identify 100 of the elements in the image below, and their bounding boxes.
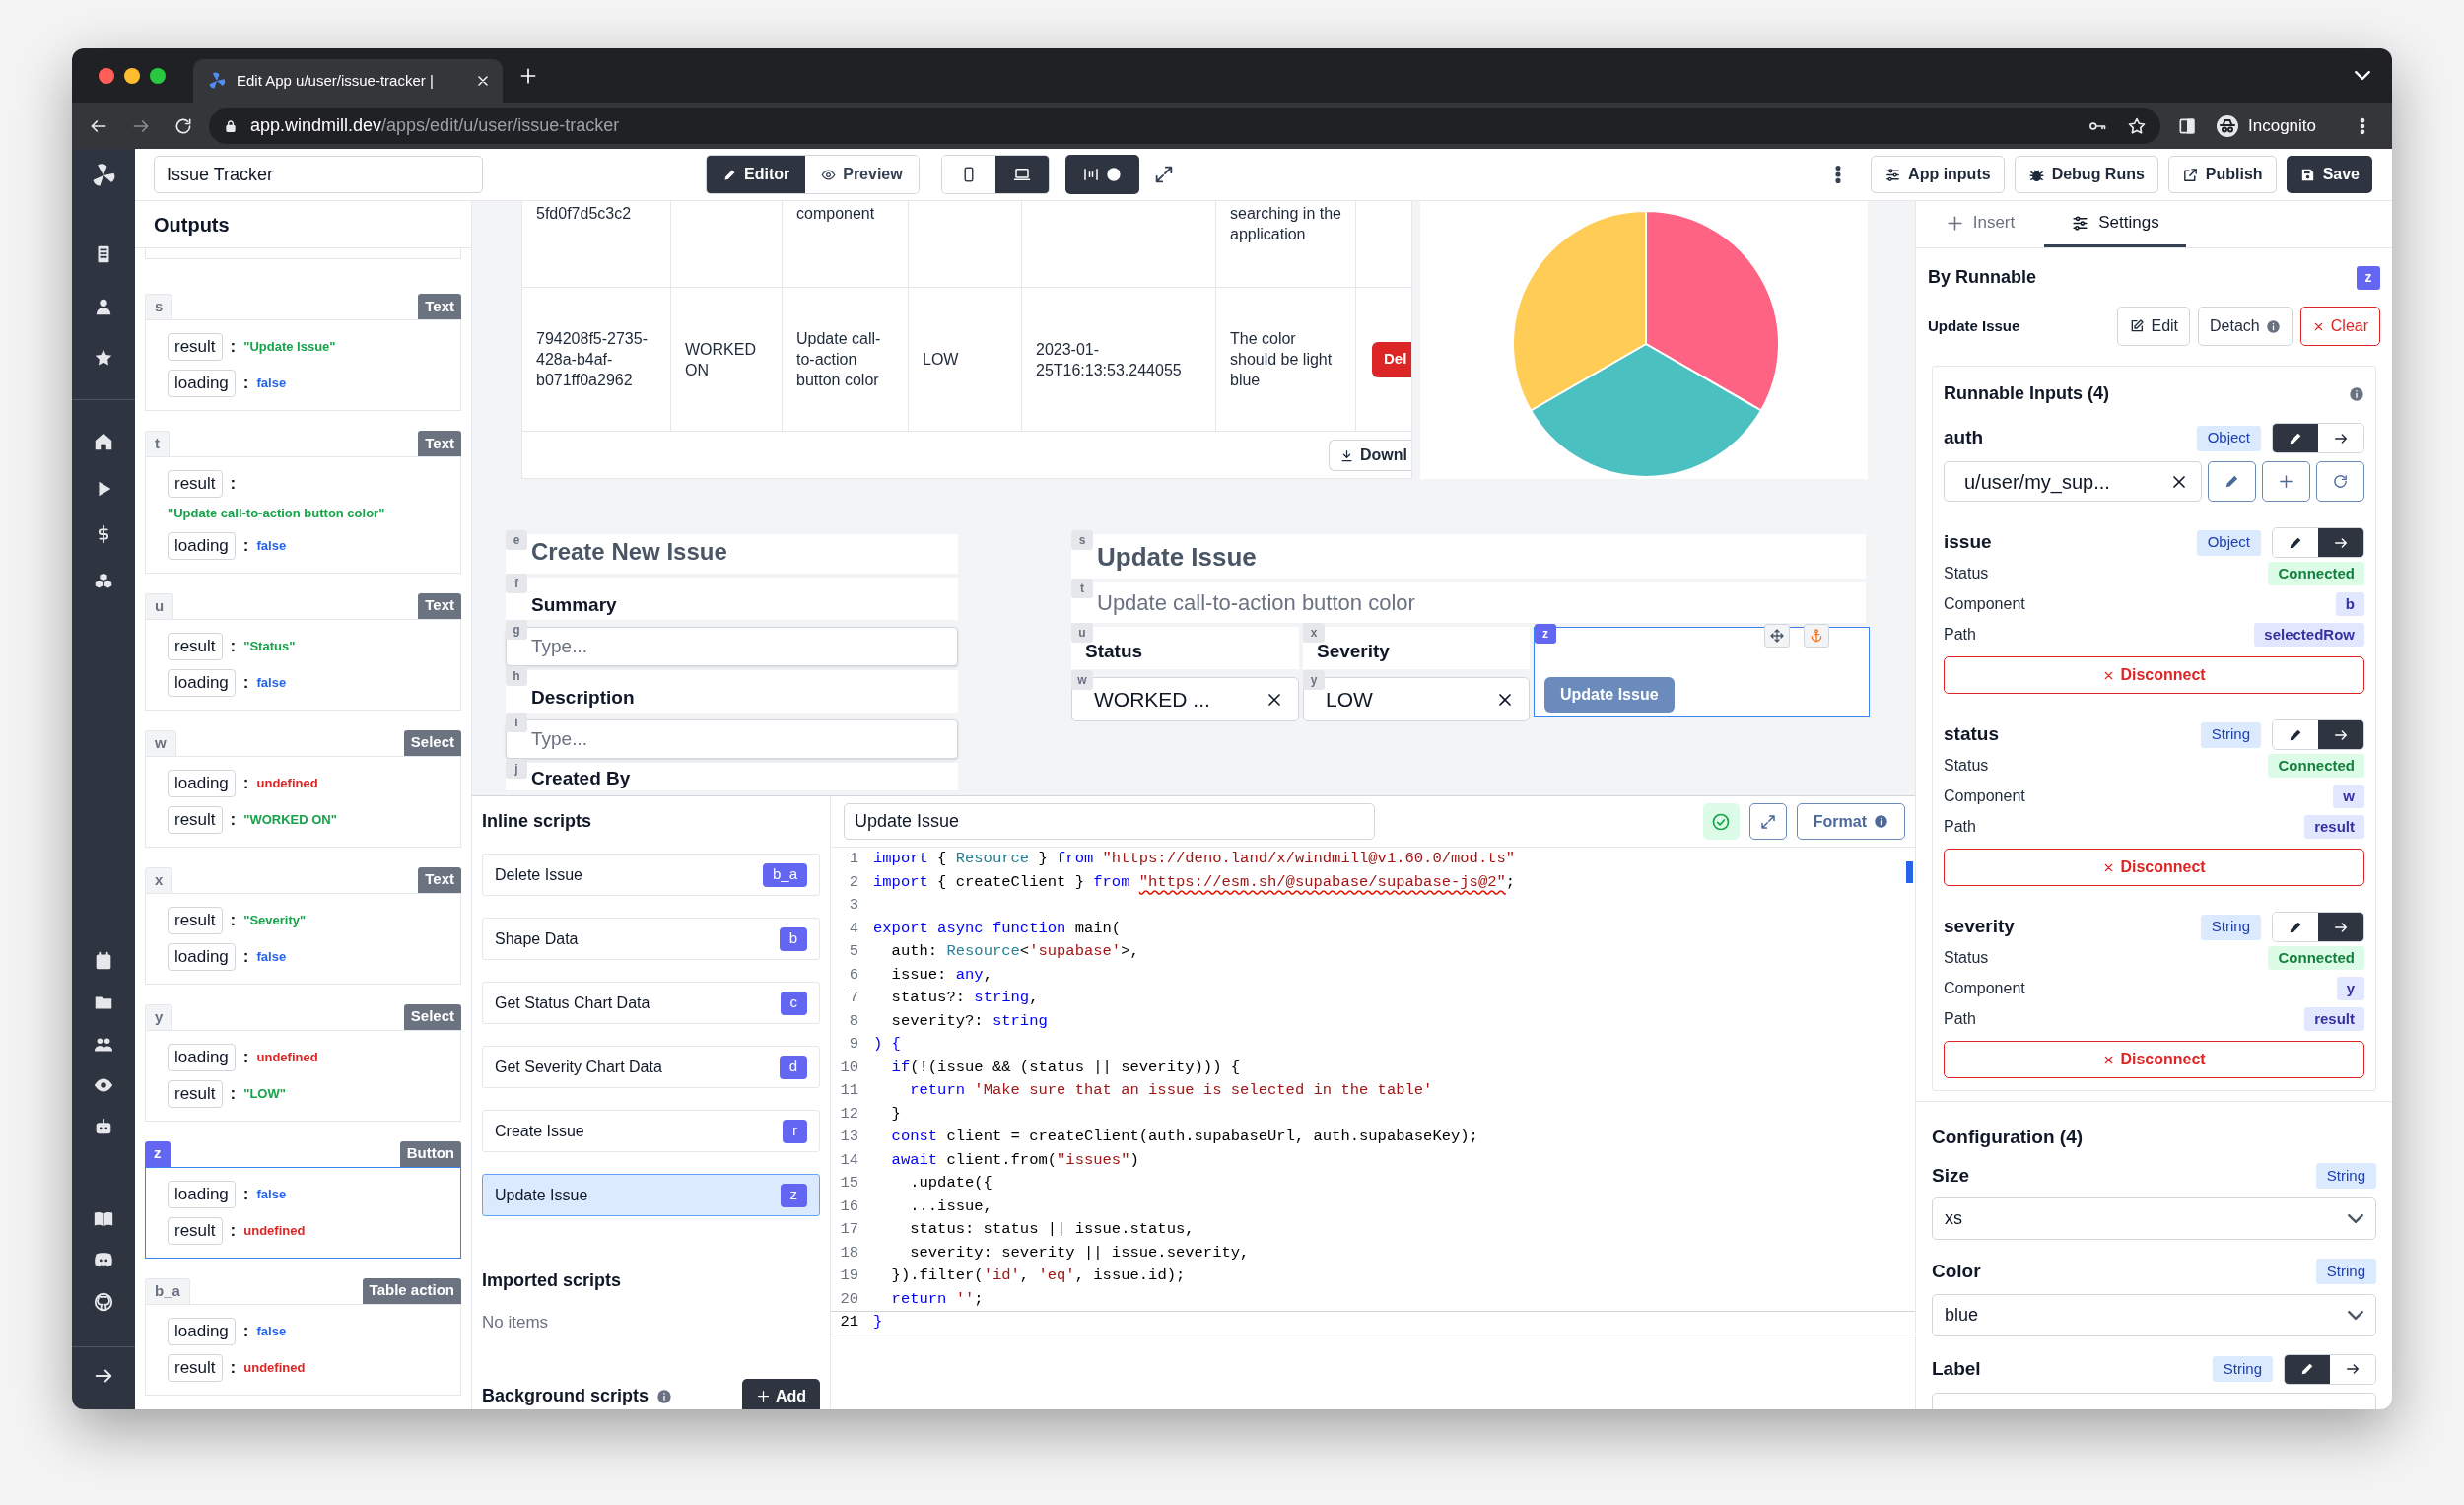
script-name: Delete Issue: [495, 864, 582, 885]
info-icon: [1106, 167, 1123, 182]
app-name-field[interactable]: Issue Tracker: [154, 156, 483, 193]
component-id-badge[interactable]: s: [1071, 530, 1093, 550]
plus-icon: [1945, 213, 1964, 233]
update-issue-button[interactable]: Update Issue: [1544, 677, 1675, 713]
component-id-badge[interactable]: u: [1071, 623, 1093, 643]
panel-tab[interactable]: Insert: [1916, 201, 2044, 247]
code-line: auth: Resource<'supabase'>,: [890, 941, 1139, 963]
toolbar-button[interactable]: Debug Runs: [2014, 156, 2158, 193]
anchor-handle[interactable]: [1804, 624, 1829, 648]
plus-button[interactable]: [2262, 461, 2310, 502]
minimize-window-button[interactable]: [124, 67, 140, 84]
component-id-badge[interactable]: w: [1071, 670, 1093, 690]
output-value: "Update call-to-action button color": [168, 505, 385, 522]
script-name-field[interactable]: Update Issue: [844, 803, 1375, 840]
edit-button[interactable]: Edit: [2117, 307, 2191, 346]
panel-tab[interactable]: Settings: [2044, 201, 2186, 247]
mode-toggle[interactable]: [2318, 913, 2363, 941]
component-id-badge[interactable]: j: [506, 759, 527, 779]
pencil-button[interactable]: [2208, 461, 2256, 502]
mode-switch[interactable]: [2284, 1353, 2376, 1385]
script-item[interactable]: Get Status Chart Data c: [482, 982, 820, 1024]
address-bar[interactable]: app.windmill.dev/apps/edit/u/user/issue-tracker: [209, 107, 2160, 144]
chevron-down-icon[interactable]: [2355, 71, 2370, 80]
output-key: loading: [168, 1180, 236, 1208]
mode-toggle[interactable]: [2285, 1354, 2330, 1384]
add-button[interactable]: Add: [741, 1378, 820, 1409]
close-window-button[interactable]: [99, 67, 114, 84]
script-item[interactable]: Create Issue r: [482, 1110, 820, 1152]
component-id-badge[interactable]: f: [506, 574, 527, 593]
type-badge: String: [2315, 1162, 2376, 1189]
home-icon[interactable]: [93, 431, 114, 452]
format-button[interactable]: Format: [1796, 803, 1905, 840]
layout-toggle-button[interactable]: [1064, 155, 1139, 194]
component-id-badge[interactable]: s: [145, 294, 173, 319]
mode-toggle[interactable]: [2273, 424, 2318, 452]
delete-button[interactable]: Del: [1372, 341, 1411, 377]
device-toggle[interactable]: [994, 156, 1049, 193]
detach-button[interactable]: Detach: [2198, 307, 2293, 346]
component-id-badge[interactable]: t: [1071, 579, 1093, 598]
expand-button[interactable]: [1748, 803, 1787, 840]
mode-switch[interactable]: [2272, 423, 2364, 453]
info-icon[interactable]: [656, 1388, 673, 1404]
output-value: false: [256, 536, 287, 555]
script-item[interactable]: Update Issue z: [482, 1174, 820, 1216]
mode-toggle[interactable]: [2318, 528, 2363, 557]
component-type-badge: Table action: [362, 1277, 461, 1304]
select-field[interactable]: xs: [1932, 1197, 2376, 1240]
script-item[interactable]: Delete Issue b_a: [482, 854, 820, 896]
output-value: "Severity": [243, 911, 307, 929]
component-id-badge[interactable]: z: [145, 1140, 171, 1167]
component-id-badge[interactable]: x: [1303, 623, 1325, 643]
component-id-badge[interactable]: y: [1303, 670, 1325, 690]
star-icon[interactable]: [2127, 115, 2147, 136]
disconnect-button[interactable]: Disconnect: [1944, 656, 2364, 694]
component-id-badge[interactable]: w: [145, 729, 176, 756]
edit-icon: [2129, 318, 2146, 334]
code-line: const client = createClient(auth.supabaseUrl, auth.supabaseKey);: [890, 1127, 1478, 1148]
component-id-badge[interactable]: t: [145, 431, 170, 456]
code-line: severity: severity || issue.severity,: [909, 1242, 1250, 1264]
profile-button[interactable]: Incognito: [2216, 112, 2316, 139]
component-id-badge[interactable]: y: [145, 1003, 173, 1030]
resource-field[interactable]: u/user/my_sup...: [1944, 461, 2202, 502]
disconnect-button[interactable]: Disconnect: [1944, 1041, 2364, 1078]
component-id-badge[interactable]: e: [506, 530, 527, 550]
round-logo-icon[interactable]: [93, 1291, 114, 1313]
check-button[interactable]: [1702, 803, 1740, 840]
refresh-button[interactable]: [2316, 461, 2364, 502]
mode-switch[interactable]: [2272, 527, 2364, 558]
toolbar-button[interactable]: Save: [2286, 156, 2372, 193]
component-id-badge[interactable]: g: [506, 620, 527, 640]
component-id-badge[interactable]: h: [506, 666, 527, 686]
clear-button[interactable]: Clear: [2299, 307, 2380, 346]
disconnect-button[interactable]: Disconnect: [1944, 849, 2364, 886]
download-button[interactable]: Downl: [1329, 440, 1411, 471]
mode-switch[interactable]: [2272, 719, 2364, 750]
component-id-badge[interactable]: i: [506, 713, 527, 732]
component-id-badge[interactable]: x: [145, 866, 173, 893]
component-id-badge[interactable]: z: [1535, 624, 1556, 644]
mode-tab[interactable]: Editor: [707, 156, 806, 193]
maximize-window-button[interactable]: [150, 67, 166, 84]
script-item[interactable]: Get Severity Chart Data d: [482, 1046, 820, 1088]
info-icon[interactable]: [2349, 385, 2364, 402]
separator-text: :: [242, 1183, 249, 1205]
toolbar-button[interactable]: Publish: [2167, 156, 2277, 193]
component-frame[interactable]: z Update Issue: [1534, 627, 1870, 717]
component-type-badge: Text: [418, 294, 461, 319]
move-handle[interactable]: [1764, 624, 1790, 648]
output-key: result: [168, 1079, 223, 1108]
select-field[interactable]: blue: [1932, 1293, 2376, 1336]
component-id-badge[interactable]: u: [145, 592, 174, 619]
browser-tab[interactable]: Edit App u/user/issue-tracker |: [193, 59, 503, 103]
toolbar-button[interactable]: App inputs: [1871, 156, 2005, 193]
mode-toggle[interactable]: [2318, 720, 2363, 749]
mode-switch[interactable]: [2272, 912, 2364, 942]
component-id-badge[interactable]: b_a: [145, 1277, 190, 1304]
table-cell: 2023-01-25T16:13:53.244055: [1022, 288, 1216, 432]
script-item[interactable]: Shape Data b: [482, 918, 820, 960]
laptop-icon: [1012, 166, 1031, 183]
